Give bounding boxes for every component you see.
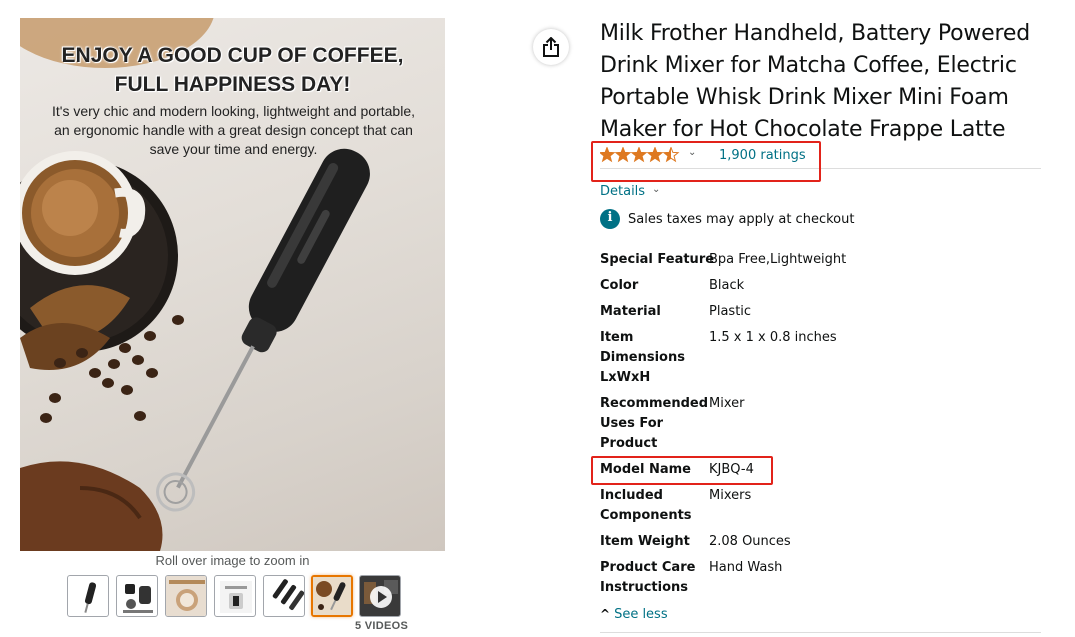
details-link[interactable]: Details [600,184,645,199]
spec-label: Item Weight [600,534,690,549]
product-title: Milk Frother Handheld, Battery Powered D… [600,18,1055,146]
spec-value: Black [709,278,745,293]
title-line-2: Drink Mixer for Matcha Coffee, Electric [600,53,1017,78]
image-caption-line1: It's very chic and modern looking, light… [52,103,415,119]
see-less-label: See less [614,607,668,622]
rating-highlight-box [591,141,821,182]
image-headline-line2: FULL HAPPINESS DAY! [114,73,351,96]
spec-value: Plastic [709,304,752,319]
spec-value: Bpa Free,Lightweight [709,252,847,267]
video-thumbnail[interactable] [359,575,401,617]
main-product-image[interactable]: ENJOY A GOOD CUP OF COFFEE, FULL HAPPINE… [20,18,445,551]
thumbnail-3[interactable] [165,575,207,617]
spec-label: Special Feature [600,252,715,267]
image-caption-line2: an ergonomic handle with a great design … [54,122,413,138]
spec-label: Item Dimensions LxWxH [600,330,685,385]
title-line-1: Milk Frother Handheld, Battery Powered [600,21,1030,46]
image-headline-line1: ENJOY A GOOD CUP OF COFFEE, [61,44,404,67]
spec-label: Included Components [600,488,692,523]
spec-label: Color [600,278,639,293]
divider [600,632,1041,633]
spec-value: Mixers [709,488,752,503]
thumbnail-2[interactable] [116,575,158,617]
spec-label: Product Care Instructions [600,560,696,595]
details-chevron-icon[interactable]: ⌄ [652,184,660,195]
thumbnail-4[interactable] [214,575,256,617]
info-icon: i [600,209,620,229]
share-icon [543,37,559,57]
zoom-hint: Roll over image to zoom in [155,553,310,568]
title-line-3: Portable Whisk Drink Mixer Mini Foam [600,85,1009,110]
share-button[interactable] [533,29,569,65]
chevron-up-icon: ^ [600,607,611,621]
spec-value: Hand Wash [709,560,783,575]
spec-value: 1.5 x 1 x 0.8 inches [709,330,837,345]
spec-value: 2.08 Ounces [709,534,791,549]
model-name-highlight-box [591,456,773,485]
spec-label: Material [600,304,661,319]
thumbnail-5[interactable] [263,575,305,617]
see-less-link[interactable]: ^ See less [600,607,668,622]
thumbnail-6[interactable] [311,575,353,617]
image-caption-line3: save your time and energy. [149,141,318,157]
thumbnail-1[interactable] [67,575,109,617]
videos-count-label[interactable]: 5 VIDEOS [355,620,408,632]
spec-label: Recommended Uses For Product [600,396,709,451]
spec-value: Mixer [709,396,745,411]
sales-tax-note: Sales taxes may apply at checkout [628,212,855,227]
